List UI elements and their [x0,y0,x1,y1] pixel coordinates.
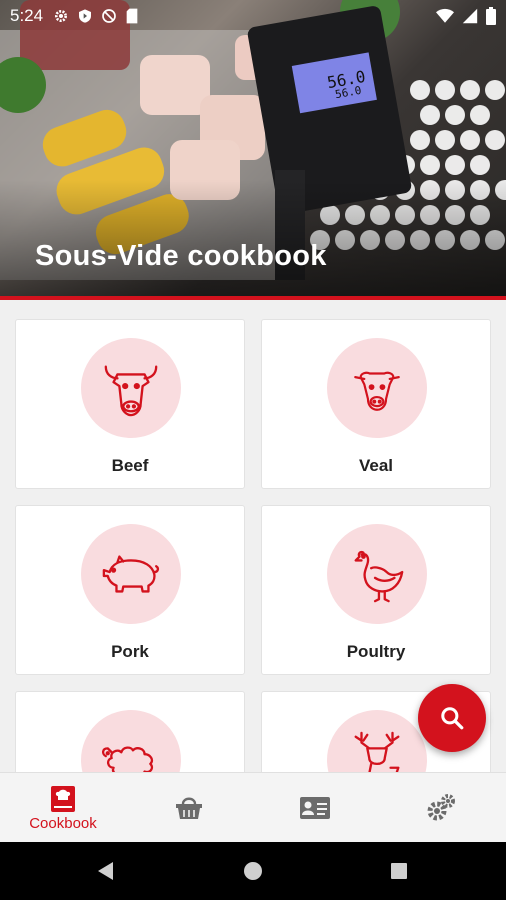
category-icon-circle [81,338,181,438]
shield-status-icon [79,9,92,23]
system-back-button[interactable] [76,842,136,900]
nav-item-contact[interactable] [252,773,378,843]
sd-card-status-icon [126,8,138,24]
hero-banner: 56.0 56.0 Sous-Vide cookbook 5:24 [0,0,506,300]
wifi-icon [436,8,454,23]
contact-card-icon [300,797,330,819]
search-fab-button[interactable] [418,684,486,752]
signal-icon [462,8,478,24]
category-label: Beef [111,456,149,475]
system-recents-button[interactable] [369,842,429,900]
system-home-button[interactable] [223,842,283,900]
page-title: Sous-Vide cookbook [35,240,327,272]
basket-icon [176,797,202,819]
settings-status-icon [55,10,68,22]
nav-item-cookbook[interactable]: Cookbook [0,773,126,843]
category-icon-circle [327,338,427,438]
back-triangle-icon [98,862,113,880]
cookbook-icon [51,785,75,812]
category-icon-circle [327,524,427,624]
status-bar: 5:24 [0,0,506,32]
bottom-navigation: Cookbook [0,772,506,842]
category-label: Poultry [346,642,406,661]
category-card-poultry[interactable]: Poultry [261,505,491,675]
pig-icon [102,555,160,593]
category-card-beef[interactable]: Beef [15,319,245,489]
category-label: Pork [111,642,149,661]
category-icon-circle [81,710,181,772]
search-icon [441,707,464,730]
category-icon-circle [327,710,427,772]
system-navigation-bar [0,842,506,900]
gears-icon [427,794,455,821]
status-time: 5:24 [10,6,44,25]
category-card-pork[interactable]: Pork [15,505,245,675]
category-icon-circle [81,524,181,624]
app-screen: 56.0 56.0 Sous-Vide cookbook 5:24 Beef V… [0,0,506,900]
no-disturb-status-icon [102,9,116,23]
battery-icon [486,7,496,25]
home-circle-icon [244,862,262,880]
sheep-icon [101,746,154,772]
calf-icon [354,371,400,411]
category-label: Veal [358,456,394,475]
deer-icon [354,731,400,772]
recents-square-icon [391,863,407,879]
nav-item-settings[interactable] [378,773,504,843]
nav-label-cookbook: Cookbook [29,814,97,832]
category-card-lamb[interactable] [15,691,245,772]
nav-item-shopping[interactable] [126,773,252,843]
chicken-icon [354,551,404,603]
cow-icon [104,365,158,417]
category-card-veal[interactable]: Veal [261,319,491,489]
